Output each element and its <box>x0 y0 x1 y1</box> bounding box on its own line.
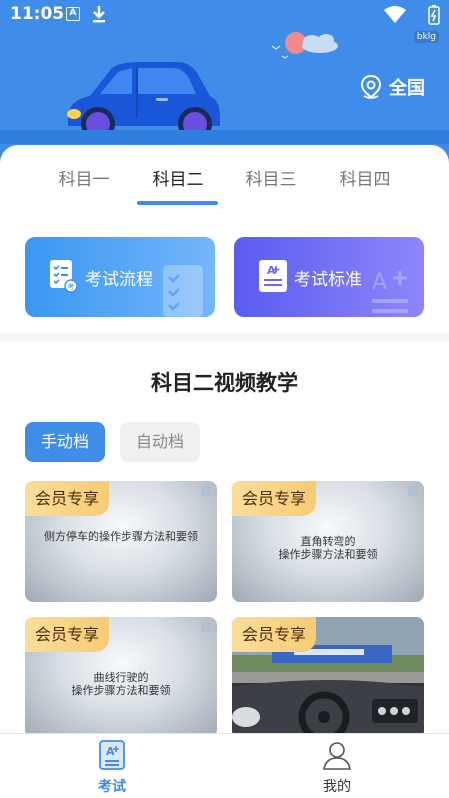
bottom-navigation: A 考试 我的 <box>0 733 449 798</box>
keyboard-indicator-icon: A <box>66 7 80 21</box>
overlay-tag: bklg <box>413 31 439 43</box>
svg-text:考: 考 <box>68 283 75 291</box>
status-bar: 11:05 A <box>0 0 449 30</box>
location-label: 全国 <box>389 78 425 99</box>
pixel-artifact <box>201 486 211 496</box>
tab-subject-4[interactable]: 科目四 <box>318 165 412 190</box>
active-tab-indicator <box>137 201 218 205</box>
manual-transmission-tab[interactable]: 手动档 <box>25 422 105 462</box>
video-title-line-1: 曲线行驶的 <box>93 671 149 684</box>
video-card[interactable]: 会员专享 侧方停车的操作步骤方法和要领 <box>25 481 217 602</box>
download-icon <box>93 6 105 23</box>
svg-text:A: A <box>267 264 276 277</box>
pixel-artifact <box>201 622 211 632</box>
automatic-transmission-tab[interactable]: 自动档 <box>120 422 200 462</box>
nav-mine-label: 我的 <box>323 779 351 795</box>
exam-process-button[interactable]: 考 考试流程 <box>25 237 215 317</box>
checklist-watermark-icon <box>163 265 203 317</box>
video-title-line-2: 操作步骤方法和要领 <box>71 684 171 697</box>
main-card: 科目一 科目二 科目三 科目四 考 考试流程 A 考试标准 A 科目二视频教学 … <box>0 145 449 735</box>
vip-badge: 会员专享 <box>232 617 316 652</box>
road-decoration <box>0 130 449 144</box>
tab-subject-1[interactable]: 科目一 <box>37 165 131 190</box>
video-title-line-2: 操作步骤方法和要领 <box>278 548 378 561</box>
section-divider <box>0 333 449 341</box>
exam-standard-label: 考试标准 <box>294 270 362 290</box>
vip-badge: 会员专享 <box>25 617 109 652</box>
exam-icon: A <box>99 740 125 770</box>
location-pin-icon <box>361 75 381 99</box>
section-title: 科目二视频教学 <box>151 371 298 395</box>
nav-exam-label: 考试 <box>98 779 126 795</box>
nav-mine[interactable]: 我的 <box>292 740 382 796</box>
checklist-icon: 考 <box>50 260 77 293</box>
location-selector[interactable]: 全国 <box>361 74 425 100</box>
nav-exam[interactable]: A 考试 <box>67 740 157 796</box>
vip-badge: 会员专享 <box>25 481 109 516</box>
subject-tabs: 科目一 科目二 科目三 科目四 <box>0 165 449 205</box>
svg-text:A: A <box>106 745 115 758</box>
tab-subject-3[interactable]: 科目三 <box>224 165 318 190</box>
wifi-icon <box>384 6 406 23</box>
sun-cloud-decoration <box>271 32 338 59</box>
exam-process-label: 考试流程 <box>85 270 153 290</box>
status-time: 11:05 <box>10 4 65 24</box>
exam-standard-button[interactable]: A 考试标准 A <box>234 237 424 317</box>
video-card[interactable]: 会员专享 直角转弯的 操作步骤方法和要领 <box>232 481 424 602</box>
vip-badge: 会员专享 <box>232 481 316 516</box>
user-profile-icon <box>323 742 351 770</box>
grade-document-icon: A <box>259 260 287 292</box>
grade-watermark-icon: A <box>372 270 408 313</box>
video-title: 侧方停车的操作步骤方法和要领 <box>44 530 198 543</box>
video-title-line-1: 直角转弯的 <box>300 535 356 548</box>
svg-text:A: A <box>372 270 387 295</box>
battery-icon <box>428 5 440 25</box>
video-card[interactable]: 会员专享 曲线行驶的 操作步骤方法和要领 <box>25 617 217 735</box>
pixel-artifact <box>408 486 418 496</box>
video-card[interactable]: 会员专享 <box>232 617 424 735</box>
tab-subject-2[interactable]: 科目二 <box>131 165 225 190</box>
